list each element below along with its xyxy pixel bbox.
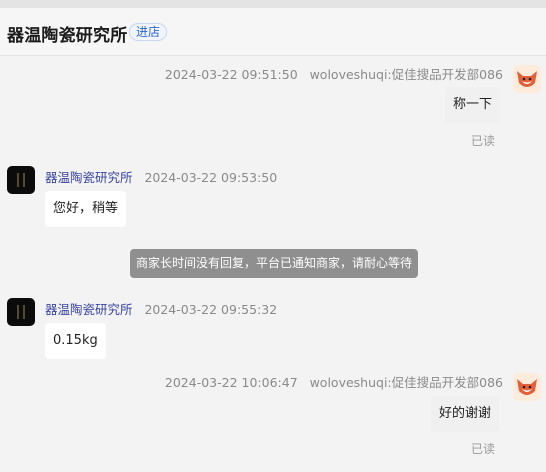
message-sender: 器温陶瓷研究所 — [45, 302, 133, 317]
message-timestamp: 2024-03-22 10:06:47 — [164, 375, 298, 390]
shop-name-title: 器温陶瓷研究所 — [7, 26, 128, 46]
message-meta: 2024-03-22 10:06:47 woloveshuqi:促佳搜品开发部0… — [165, 372, 503, 391]
message-meta: 器温陶瓷研究所 2024-03-22 09:53:50 — [45, 167, 277, 186]
shop-logo-icon — [17, 173, 25, 187]
message-timestamp: 2024-03-22 09:51:50 — [164, 67, 298, 82]
message-timestamp: 2024-03-22 09:53:50 — [144, 170, 278, 185]
window-top-strip — [0, 0, 546, 8]
message-sender: woloveshuqi:促佳搜品开发部086 — [309, 375, 503, 390]
message-bubble: 称一下 — [445, 87, 501, 123]
shop-logo-icon — [17, 305, 25, 319]
fox-avatar-icon — [513, 65, 541, 93]
read-status: 已读 — [471, 134, 496, 148]
chat-header: 器温陶瓷研究所 进店 — [0, 8, 546, 56]
fox-avatar-icon — [513, 373, 541, 401]
enter-store-button[interactable]: 进店 — [129, 23, 168, 41]
message-meta: 2024-03-22 09:51:50 woloveshuqi:促佳搜品开发部0… — [165, 64, 503, 83]
seller-avatar[interactable] — [7, 298, 35, 326]
read-status: 已读 — [471, 442, 496, 456]
message-bubble: 您好，稍等 — [45, 191, 127, 227]
message-sender: woloveshuqi:促佳搜品开发部086 — [309, 67, 503, 82]
system-notice: 商家长时间没有回复，平台已通知商家，请耐心等待 — [130, 249, 418, 278]
buyer-avatar[interactable] — [513, 373, 541, 401]
message-bubble: 好的谢谢 — [431, 396, 500, 432]
message-bubble: 0.15kg — [45, 323, 106, 359]
buyer-avatar[interactable] — [513, 65, 541, 93]
message-meta: 器温陶瓷研究所 2024-03-22 09:55:32 — [45, 299, 277, 318]
message-sender: 器温陶瓷研究所 — [45, 170, 133, 185]
message-timestamp: 2024-03-22 09:55:32 — [144, 302, 278, 317]
seller-avatar[interactable] — [7, 166, 35, 194]
